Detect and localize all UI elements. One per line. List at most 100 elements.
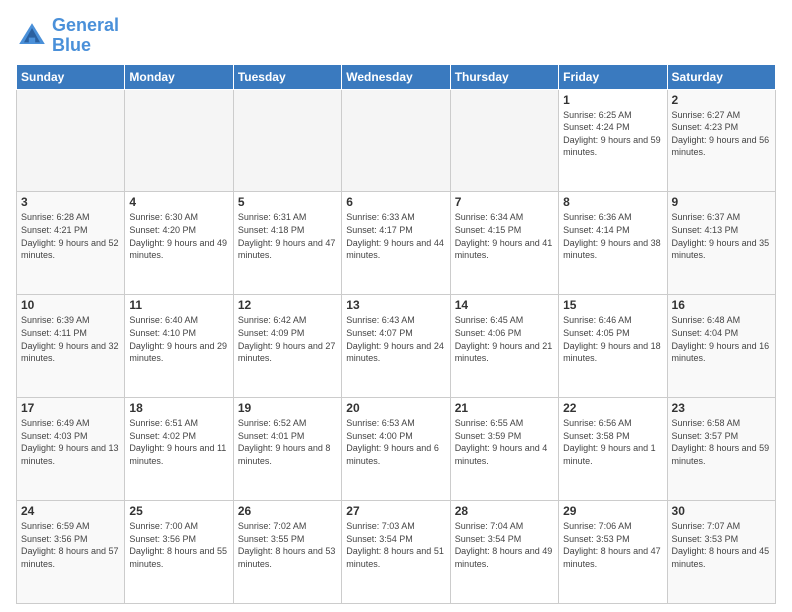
day-info: Sunrise: 6:31 AMSunset: 4:18 PMDaylight:… — [238, 211, 337, 261]
calendar-cell: 19 Sunrise: 6:52 AMSunset: 4:01 PMDayligh… — [233, 398, 341, 501]
day-info: Sunrise: 6:46 AMSunset: 4:05 PMDaylight:… — [563, 314, 662, 364]
day-number: 19 — [238, 401, 337, 415]
day-number: 8 — [563, 195, 662, 209]
day-info: Sunrise: 6:48 AMSunset: 4:04 PMDaylight:… — [672, 314, 771, 364]
day-number: 14 — [455, 298, 554, 312]
calendar-cell: 26 Sunrise: 7:02 AMSunset: 3:55 PMDayligh… — [233, 501, 341, 604]
day-info: Sunrise: 6:42 AMSunset: 4:09 PMDaylight:… — [238, 314, 337, 364]
day-info: Sunrise: 6:40 AMSunset: 4:10 PMDaylight:… — [129, 314, 228, 364]
day-info: Sunrise: 6:59 AMSunset: 3:56 PMDaylight:… — [21, 520, 120, 570]
day-number: 15 — [563, 298, 662, 312]
calendar-cell — [125, 89, 233, 192]
day-number: 30 — [672, 504, 771, 518]
day-number: 18 — [129, 401, 228, 415]
day-info: Sunrise: 6:33 AMSunset: 4:17 PMDaylight:… — [346, 211, 445, 261]
day-number: 3 — [21, 195, 120, 209]
day-number: 23 — [672, 401, 771, 415]
calendar-cell: 13 Sunrise: 6:43 AMSunset: 4:07 PMDayligh… — [342, 295, 450, 398]
day-info: Sunrise: 6:37 AMSunset: 4:13 PMDaylight:… — [672, 211, 771, 261]
calendar-cell: 16 Sunrise: 6:48 AMSunset: 4:04 PMDayligh… — [667, 295, 775, 398]
calendar-cell: 11Sunrise: 6:40 AMSunset: 4:10 PMDayligh… — [125, 295, 233, 398]
day-number: 5 — [238, 195, 337, 209]
day-number: 4 — [129, 195, 228, 209]
day-number: 25 — [129, 504, 228, 518]
day-info: Sunrise: 6:52 AMSunset: 4:01 PMDaylight:… — [238, 417, 337, 467]
logo: General Blue — [16, 16, 119, 56]
weekday-header-sunday: Sunday — [17, 64, 125, 89]
calendar-cell: 17Sunrise: 6:49 AMSunset: 4:03 PMDayligh… — [17, 398, 125, 501]
day-info: Sunrise: 6:53 AMSunset: 4:00 PMDaylight:… — [346, 417, 445, 467]
day-info: Sunrise: 6:49 AMSunset: 4:03 PMDaylight:… — [21, 417, 120, 467]
calendar-cell: 15 Sunrise: 6:46 AMSunset: 4:05 PMDayligh… — [559, 295, 667, 398]
day-info: Sunrise: 6:30 AMSunset: 4:20 PMDaylight:… — [129, 211, 228, 261]
day-info: Sunrise: 7:03 AMSunset: 3:54 PMDaylight:… — [346, 520, 445, 570]
calendar-cell: 5 Sunrise: 6:31 AMSunset: 4:18 PMDaylight… — [233, 192, 341, 295]
calendar-cell: 23 Sunrise: 6:58 AMSunset: 3:57 PMDayligh… — [667, 398, 775, 501]
day-number: 29 — [563, 504, 662, 518]
day-number: 20 — [346, 401, 445, 415]
day-info: Sunrise: 6:28 AMSunset: 4:21 PMDaylight:… — [21, 211, 120, 261]
calendar-cell: 7 Sunrise: 6:34 AMSunset: 4:15 PMDaylight… — [450, 192, 558, 295]
day-number: 28 — [455, 504, 554, 518]
calendar-cell: 18 Sunrise: 6:51 AMSunset: 4:02 PMDayligh… — [125, 398, 233, 501]
day-number: 7 — [455, 195, 554, 209]
weekday-header-saturday: Saturday — [667, 64, 775, 89]
day-info: Sunrise: 6:51 AMSunset: 4:02 PMDaylight:… — [129, 417, 228, 467]
day-number: 26 — [238, 504, 337, 518]
calendar-cell — [450, 89, 558, 192]
calendar-cell: 27 Sunrise: 7:03 AMSunset: 3:54 PMDayligh… — [342, 501, 450, 604]
calendar-cell: 1Sunrise: 6:25 AMSunset: 4:24 PMDaylight… — [559, 89, 667, 192]
day-number: 22 — [563, 401, 662, 415]
weekday-header-friday: Friday — [559, 64, 667, 89]
calendar-cell: 2Sunrise: 6:27 AMSunset: 4:23 PMDaylight… — [667, 89, 775, 192]
calendar-cell — [342, 89, 450, 192]
day-number: 10 — [21, 298, 120, 312]
day-number: 2 — [672, 93, 771, 107]
calendar-cell: 9 Sunrise: 6:37 AMSunset: 4:13 PMDaylight… — [667, 192, 775, 295]
logo-text: General Blue — [52, 16, 119, 56]
day-info: Sunrise: 6:58 AMSunset: 3:57 PMDaylight:… — [672, 417, 771, 467]
day-number: 24 — [21, 504, 120, 518]
calendar-cell: 25 Sunrise: 7:00 AMSunset: 3:56 PMDayligh… — [125, 501, 233, 604]
calendar-cell: 4 Sunrise: 6:30 AMSunset: 4:20 PMDaylight… — [125, 192, 233, 295]
calendar-cell: 12 Sunrise: 6:42 AMSunset: 4:09 PMDayligh… — [233, 295, 341, 398]
calendar-cell: 3 Sunrise: 6:28 AMSunset: 4:21 PMDaylight… — [17, 192, 125, 295]
calendar: SundayMondayTuesdayWednesdayThursdayFrid… — [16, 64, 776, 604]
weekday-header-thursday: Thursday — [450, 64, 558, 89]
calendar-cell: 14 Sunrise: 6:45 AMSunset: 4:06 PMDayligh… — [450, 295, 558, 398]
day-info: Sunrise: 6:43 AMSunset: 4:07 PMDaylight:… — [346, 314, 445, 364]
logo-icon — [16, 20, 48, 52]
day-info: Sunrise: 7:04 AMSunset: 3:54 PMDaylight:… — [455, 520, 554, 570]
calendar-cell: 29 Sunrise: 7:06 AMSunset: 3:53 PMDayligh… — [559, 501, 667, 604]
day-info: Sunrise: 7:02 AMSunset: 3:55 PMDaylight:… — [238, 520, 337, 570]
day-info: Sunrise: 7:00 AMSunset: 3:56 PMDaylight:… — [129, 520, 228, 570]
day-number: 16 — [672, 298, 771, 312]
weekday-header-monday: Monday — [125, 64, 233, 89]
calendar-cell: 21 Sunrise: 6:55 AMSunset: 3:59 PMDayligh… — [450, 398, 558, 501]
day-number: 6 — [346, 195, 445, 209]
calendar-cell: 22 Sunrise: 6:56 AMSunset: 3:58 PMDayligh… — [559, 398, 667, 501]
day-number: 1 — [563, 93, 662, 107]
day-number: 27 — [346, 504, 445, 518]
day-info: Sunrise: 6:56 AMSunset: 3:58 PMDaylight:… — [563, 417, 662, 467]
day-info: Sunrise: 6:45 AMSunset: 4:06 PMDaylight:… — [455, 314, 554, 364]
day-number: 21 — [455, 401, 554, 415]
day-number: 9 — [672, 195, 771, 209]
calendar-cell: 28 Sunrise: 7:04 AMSunset: 3:54 PMDayligh… — [450, 501, 558, 604]
header: General Blue — [16, 16, 776, 56]
day-info: Sunrise: 6:36 AMSunset: 4:14 PMDaylight:… — [563, 211, 662, 261]
day-info: Sunrise: 6:39 AMSunset: 4:11 PMDaylight:… — [21, 314, 120, 364]
day-info: Sunrise: 6:34 AMSunset: 4:15 PMDaylight:… — [455, 211, 554, 261]
day-info: Sunrise: 7:07 AMSunset: 3:53 PMDaylight:… — [672, 520, 771, 570]
calendar-cell: 6 Sunrise: 6:33 AMSunset: 4:17 PMDaylight… — [342, 192, 450, 295]
calendar-cell — [17, 89, 125, 192]
day-number: 12 — [238, 298, 337, 312]
calendar-cell: 10 Sunrise: 6:39 AMSunset: 4:11 PMDayligh… — [17, 295, 125, 398]
calendar-cell — [233, 89, 341, 192]
weekday-header-wednesday: Wednesday — [342, 64, 450, 89]
weekday-header-tuesday: Tuesday — [233, 64, 341, 89]
day-info: Sunrise: 6:55 AMSunset: 3:59 PMDaylight:… — [455, 417, 554, 467]
day-number: 13 — [346, 298, 445, 312]
calendar-cell: 8 Sunrise: 6:36 AMSunset: 4:14 PMDaylight… — [559, 192, 667, 295]
day-info: Sunrise: 7:06 AMSunset: 3:53 PMDaylight:… — [563, 520, 662, 570]
